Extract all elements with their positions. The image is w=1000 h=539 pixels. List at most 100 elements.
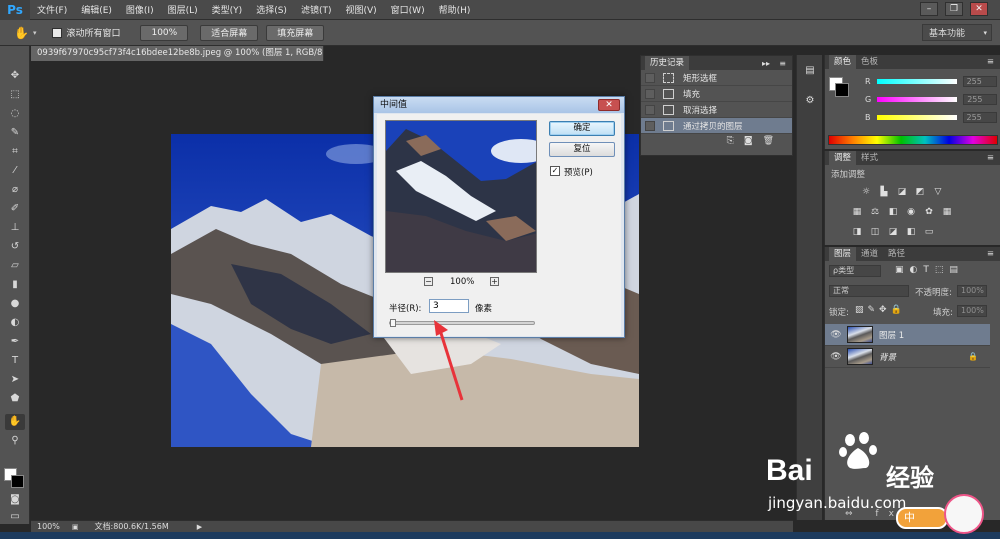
green-slider[interactable] [877, 96, 958, 102]
hue-saturation-icon[interactable]: ▦ [852, 207, 862, 217]
tab-paths[interactable]: 路径 [883, 247, 910, 261]
history-source-checkbox[interactable] [645, 72, 655, 83]
threshold-icon[interactable]: ◪ [888, 227, 898, 237]
history-panel-icon[interactable]: ▤ [804, 65, 816, 77]
brightness-icon[interactable]: ☼ [861, 187, 871, 197]
minimize-button[interactable]: – [920, 2, 938, 16]
close-window-button[interactable]: ✕ [970, 2, 988, 16]
panel-menu-icon[interactable]: ≡ [987, 249, 994, 259]
blue-value[interactable]: 255 [962, 111, 997, 123]
exposure-icon[interactable]: ◩ [915, 187, 925, 197]
move-tool-icon[interactable]: ✥ [5, 68, 25, 84]
gradient-map-icon[interactable]: ▭ [924, 227, 934, 237]
blue-slider[interactable] [876, 114, 957, 120]
eye-icon[interactable]: 👁 [825, 330, 847, 340]
channel-mixer-icon[interactable]: ✿ [924, 207, 934, 217]
background-color-swatch[interactable] [11, 475, 24, 488]
trash-icon[interactable]: 🗑 [763, 136, 774, 146]
history-source-checkbox[interactable] [645, 120, 655, 131]
crop-tool-icon[interactable]: ⌗ [5, 144, 25, 160]
tab-adjustments[interactable]: 调整 [829, 151, 857, 165]
workspace-select[interactable]: 基本功能 ▾ [922, 24, 992, 41]
tab-history[interactable]: 历史记录 [645, 56, 690, 70]
black-white-icon[interactable]: ◧ [888, 207, 898, 217]
pen-tool-icon[interactable]: ✒ [5, 334, 25, 350]
dialog-close-button[interactable]: ✕ [598, 99, 620, 111]
background-swatch[interactable] [835, 83, 849, 97]
tab-channels[interactable]: 通道 [856, 247, 883, 261]
layer-kind-filter[interactable]: ρ类型 [829, 265, 881, 277]
reset-button[interactable]: 复位 [549, 142, 615, 157]
scroll-all-windows-option[interactable]: 滚动所有窗口 [52, 26, 120, 39]
dialog-title-bar[interactable]: 中间值 ✕ [374, 97, 624, 113]
status-menu-arrow-icon[interactable]: ▶ [197, 523, 202, 531]
healing-brush-tool-icon[interactable]: ⌀ [5, 182, 25, 198]
menu-select[interactable]: 选择(S) [249, 3, 294, 16]
brush-tool-icon[interactable]: ✐ [5, 201, 25, 217]
curves-icon[interactable]: ◪ [897, 187, 907, 197]
menu-help[interactable]: 帮助(H) [432, 3, 478, 16]
hand-tool-icon[interactable]: ✋ [14, 26, 29, 40]
posterize-icon[interactable]: ◫ [870, 227, 880, 237]
new-document-from-state-icon[interactable]: ⎘ [727, 136, 734, 146]
panel-menu-icon[interactable]: ≡ [987, 57, 994, 67]
zoom-out-button[interactable]: − [424, 277, 433, 286]
fill-input[interactable]: 100% [957, 305, 987, 317]
layer-filter-icons[interactable]: ▣◐T⬚▤ [895, 265, 964, 275]
type-tool-icon[interactable]: T [5, 353, 25, 369]
invert-icon[interactable]: ◨ [852, 227, 862, 237]
fit-screen-button[interactable]: 适合屏幕 [200, 24, 259, 41]
history-source-checkbox[interactable] [645, 104, 655, 115]
clone-stamp-tool-icon[interactable]: ⊥ [5, 220, 25, 236]
history-item[interactable]: 矩形选框 [641, 70, 792, 86]
menu-view[interactable]: 视图(V) [338, 3, 383, 16]
vibrance-icon[interactable]: ▽ [933, 187, 943, 197]
dodge-tool-icon[interactable]: ◐ [5, 315, 25, 331]
eraser-tool-icon[interactable]: ▱ [5, 258, 25, 274]
tab-color[interactable]: 颜色 [829, 55, 857, 69]
red-value[interactable]: 255 [962, 75, 997, 87]
hand-tool-button[interactable]: ✋ [5, 414, 25, 430]
color-spectrum[interactable] [828, 135, 998, 145]
radius-slider-thumb[interactable] [390, 319, 396, 327]
tab-layers[interactable]: 图层 [829, 247, 857, 261]
menu-file[interactable]: 文件(F) [30, 3, 74, 16]
preview-checkbox[interactable]: ✓ [550, 166, 560, 176]
marquee-tool-icon[interactable]: ⬚ [5, 87, 25, 103]
menu-window[interactable]: 窗口(W) [384, 3, 432, 16]
quick-select-tool-icon[interactable]: ✎ [5, 125, 25, 141]
tool-preset-chevron-icon[interactable]: ▾ [33, 29, 37, 37]
history-item[interactable]: 取消选择 [641, 102, 792, 118]
green-value[interactable]: 255 [963, 93, 998, 105]
menu-edit[interactable]: 编辑(E) [74, 3, 119, 16]
menu-layer[interactable]: 图层(L) [161, 3, 205, 16]
layer-row[interactable]: 👁 背景 🔒 [825, 346, 990, 368]
history-source-checkbox[interactable] [645, 88, 655, 99]
scroll-all-checkbox[interactable] [52, 27, 63, 38]
tab-swatches[interactable]: 色板 [856, 55, 883, 69]
gradient-tool-icon[interactable]: ▮ [5, 277, 25, 293]
red-slider[interactable] [876, 78, 957, 84]
eyedropper-tool-icon[interactable]: ⁄ [5, 163, 25, 179]
actions-panel-icon[interactable]: ⚙ [804, 95, 816, 107]
lasso-tool-icon[interactable]: ◌ [5, 106, 25, 122]
restore-button[interactable]: ❐ [945, 2, 963, 16]
layer-row[interactable]: 👁 图层 1 [825, 324, 990, 346]
panel-menu-icon[interactable]: ≡ [987, 153, 994, 163]
opacity-input[interactable]: 100% [957, 285, 987, 297]
camera-icon[interactable]: ◙ [744, 136, 753, 146]
levels-icon[interactable]: ▙ [879, 187, 889, 197]
blur-tool-icon[interactable]: ● [5, 296, 25, 312]
selective-color-icon[interactable]: ◧ [906, 227, 916, 237]
panel-menu-icon[interactable]: ≡ [779, 59, 786, 68]
quick-mask-icon[interactable]: ◙ [5, 492, 25, 508]
status-zoom[interactable]: 100% [37, 522, 60, 531]
blend-mode-select[interactable]: 正常 [829, 285, 909, 297]
color-lookup-icon[interactable]: ▦ [942, 207, 952, 217]
menu-type[interactable]: 类型(Y) [205, 3, 250, 16]
history-item[interactable]: 填充 [641, 86, 792, 102]
history-brush-tool-icon[interactable]: ↺ [5, 239, 25, 255]
zoom-in-button[interactable]: + [490, 277, 499, 286]
tab-styles[interactable]: 样式 [856, 151, 883, 165]
zoom-100-button[interactable]: 100% [140, 24, 189, 41]
